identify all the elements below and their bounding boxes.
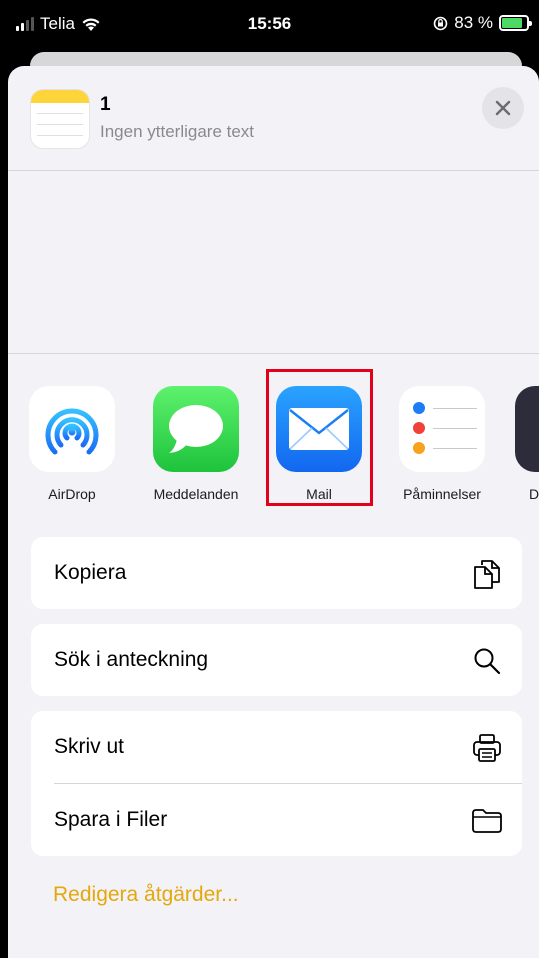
action-label: Skriv ut [54, 735, 125, 758]
search-icon [474, 648, 501, 675]
notes-icon [31, 90, 89, 148]
airdrop-icon [45, 408, 99, 455]
copy-icon [474, 560, 500, 589]
app-label: Påminnelser [403, 486, 481, 502]
sheet-header: 1 Ingen ytterligare text [8, 66, 539, 170]
note-subtitle: Ingen ytterligare text [100, 122, 255, 141]
share-sheet: 1 Ingen ytterligare text AirDrop Meddela… [8, 66, 539, 958]
action-label: Kopiera [54, 561, 127, 584]
action-search-note[interactable]: Sök i anteckning [31, 624, 522, 696]
preview-area [8, 171, 539, 352]
action-print[interactable]: Skriv ut [31, 711, 522, 783]
app-messages[interactable]: Meddelanden [146, 386, 246, 502]
app-label: D [529, 486, 539, 502]
app-icon [515, 386, 539, 472]
action-save-to-files[interactable]: Spara i Filer [31, 784, 522, 856]
action-group-search: Sök i anteckning [31, 624, 522, 696]
close-button[interactable] [482, 87, 524, 129]
status-bar: Telia 15:56 83 % [0, 0, 539, 48]
app-reminders[interactable]: Påminnelser [392, 386, 492, 502]
print-icon [473, 734, 501, 762]
battery-icon [499, 15, 532, 31]
edit-actions-link[interactable]: Redigera åtgärder... [53, 883, 239, 907]
action-label: Spara i Filer [54, 808, 168, 831]
action-group-copy: Kopiera [31, 537, 522, 609]
app-label: AirDrop [48, 486, 96, 502]
app-airdrop[interactable]: AirDrop [22, 386, 122, 502]
battery-fill [502, 18, 522, 28]
action-label: Sök i anteckning [54, 648, 209, 671]
reminder-dot-orange [413, 442, 425, 454]
mail-highlight-box [266, 369, 373, 506]
battery-percent: 83 % [454, 13, 493, 32]
close-icon [495, 100, 511, 116]
status-right: 83 % [433, 13, 532, 33]
action-copy[interactable]: Kopiera [31, 537, 522, 609]
reminders-icon [399, 386, 485, 472]
app-partial[interactable]: D [515, 386, 539, 502]
messages-icon [169, 405, 223, 453]
reminder-dot-red [413, 422, 425, 434]
app-row: AirDrop Meddelanden Mail Påminnelser D [8, 354, 539, 514]
action-group-files: Skriv ut Spara i Filer [31, 711, 522, 856]
orientation-lock-icon [433, 16, 448, 30]
app-label: Meddelanden [153, 486, 239, 502]
reminder-dot-blue [413, 402, 425, 414]
note-title: 1 [100, 94, 111, 115]
folder-icon [472, 809, 502, 833]
